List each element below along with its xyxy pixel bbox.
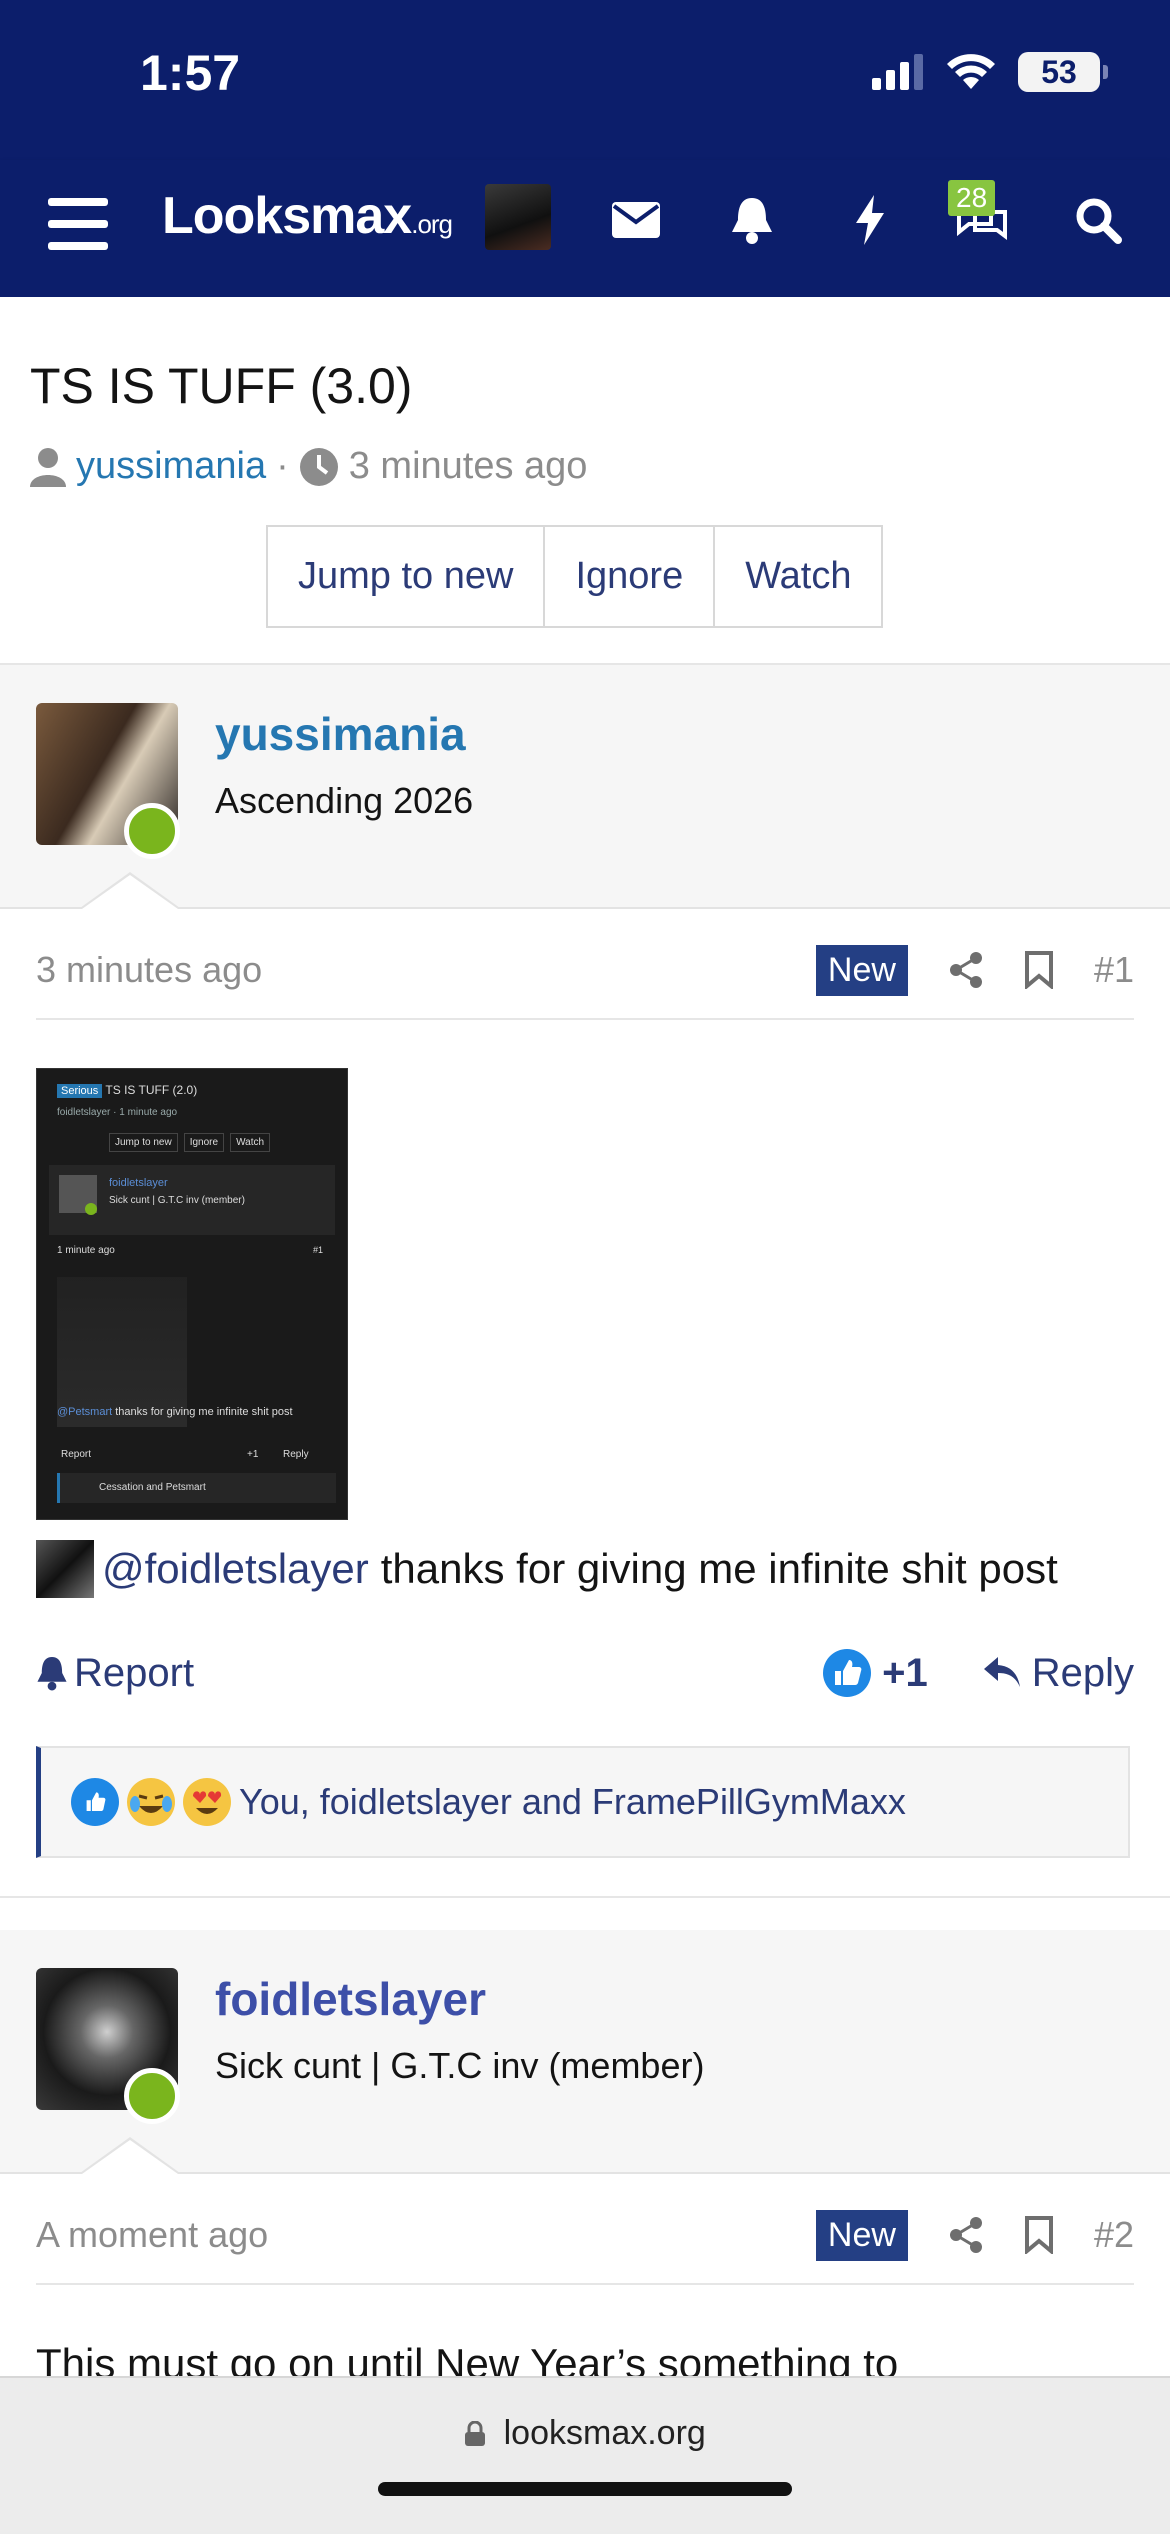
logo-suffix: .org — [411, 209, 453, 239]
new-badge: New — [815, 944, 908, 996]
serious-tag: Serious — [57, 1084, 103, 1098]
search-icon[interactable] — [1068, 190, 1128, 250]
address-bar[interactable]: looksmax.org — [0, 2414, 1170, 2453]
bookmark-icon[interactable] — [1024, 951, 1054, 989]
post-divider — [0, 1896, 1170, 1898]
status-time: 1:57 — [140, 45, 241, 101]
ignore-button[interactable]: Ignore — [545, 527, 716, 626]
shot-number: #1 — [313, 1245, 324, 1255]
home-indicator[interactable] — [378, 2482, 792, 2496]
shot-report: Report — [61, 1449, 92, 1460]
bell-icon — [37, 1657, 67, 1691]
signal-icon — [872, 54, 923, 90]
post-time[interactable]: A moment ago — [36, 2214, 268, 2256]
reactions-bar[interactable]: You, foidletslayer and FramePillGymMaxx — [36, 1746, 1130, 1858]
username-link[interactable]: yussimania — [215, 707, 466, 761]
thread-title: TS IS TUFF (3.0) — [30, 358, 413, 414]
card-pointer — [80, 2137, 180, 2174]
reply-label: Reply — [1031, 1650, 1134, 1695]
site-logo[interactable]: Looksmax.org — [162, 186, 453, 246]
reply-button[interactable]: Reply — [982, 1651, 1134, 1696]
jump-to-new-button[interactable]: Jump to new — [268, 527, 546, 626]
watch-button[interactable]: Watch — [715, 527, 882, 626]
browser-bottom-bar: looksmax.org — [0, 2376, 1170, 2534]
post-number[interactable]: #1 — [1094, 949, 1134, 991]
shot-meta: foidletslayer · 1 minute ago — [57, 1107, 178, 1118]
status-icons: 53 — [872, 52, 1108, 92]
report-label: Report — [74, 1650, 195, 1695]
thread-author-link[interactable]: yussimania — [76, 445, 266, 488]
online-indicator — [124, 2068, 180, 2124]
inbox-icon[interactable] — [606, 190, 666, 250]
post-time[interactable]: 3 minutes ago — [36, 949, 262, 991]
meta-separator: · — [276, 445, 289, 487]
thread-header: TS IS TUFF (3.0) yussimania · 3 minutes … — [0, 297, 1170, 663]
thread-action-buttons: Jump to new Ignore Watch — [266, 525, 884, 628]
shot-ignore-button: Ignore — [183, 1133, 225, 1152]
post-body-text: @foidletslayer thanks for giving me infi… — [36, 1540, 1058, 1598]
username-link[interactable]: foidletslayer — [215, 1972, 486, 2026]
logo-main: Looksmax — [162, 187, 412, 245]
url-text: looksmax.org — [503, 2414, 706, 2452]
attached-screenshot[interactable]: Serious TS IS TUFF (2.0) foidletslayer ·… — [36, 1068, 348, 1520]
post-message: thanks for giving me infinite shit post — [380, 1545, 1058, 1592]
shot-online-dot — [85, 1203, 97, 1215]
post-header-bar: A moment ago New #2 — [36, 2187, 1134, 2285]
report-button[interactable]: Report — [36, 1651, 194, 1696]
thread-meta: yussimania · 3 minutes ago — [30, 445, 587, 488]
user-title: Ascending 2026 — [215, 780, 474, 821]
bookmark-icon[interactable] — [1024, 2216, 1054, 2254]
shot-reply: Reply — [283, 1449, 309, 1460]
post-header-bar: 3 minutes ago New #1 — [36, 922, 1134, 1020]
wifi-icon — [947, 54, 995, 89]
like-reaction-icon — [71, 1778, 119, 1826]
like-button[interactable]: +1 — [822, 1648, 928, 1698]
reactions-text[interactable]: You, foidletslayer and FramePillGymMaxx — [239, 1781, 906, 1823]
menu-button[interactable] — [48, 198, 108, 250]
site-navbar: Looksmax.org 28 — [0, 160, 1170, 297]
card-pointer — [80, 872, 180, 909]
share-icon[interactable] — [948, 951, 984, 989]
user-icon — [30, 447, 66, 487]
thread-time: 3 minutes ago — [348, 445, 588, 487]
shot-like: +1 — [247, 1449, 259, 1460]
crying-laughing-reaction-icon — [127, 1778, 175, 1826]
share-icon[interactable] — [948, 2216, 984, 2254]
post-footer: Report +1 Reply — [36, 1638, 1134, 1708]
account-avatar[interactable] — [485, 184, 551, 250]
status-bar: 1:57 53 — [0, 0, 1170, 160]
clock-icon — [299, 447, 338, 486]
reply-icon — [983, 1657, 1020, 1687]
shot-user-title: Sick cunt | G.T.C inv (member) — [109, 1195, 245, 1206]
shot-reactions: Cessation and Petsmart — [99, 1482, 206, 1493]
shot-time: 1 minute ago — [57, 1245, 115, 1256]
online-indicator — [124, 803, 180, 859]
new-badge: New — [815, 2209, 908, 2261]
shot-watch-button: Watch — [230, 1133, 271, 1152]
conversations-badge: 28 — [948, 180, 996, 216]
lock-icon — [465, 2420, 486, 2446]
user-title: Sick cunt | G.T.C inv (member) — [215, 2045, 705, 2086]
heart-eyes-reaction-icon — [183, 1778, 231, 1826]
battery-indicator: 53 — [1018, 52, 1108, 92]
mention-link[interactable]: @foidletslayer — [102, 1545, 369, 1593]
post-number[interactable]: #2 — [1094, 2214, 1134, 2256]
shot-title: TS IS TUFF (2.0) — [105, 1083, 198, 1097]
shot-mention: @Petsmart — [57, 1406, 113, 1418]
shot-jump-button: Jump to new — [109, 1133, 178, 1152]
bell-icon[interactable] — [722, 190, 782, 250]
lightning-icon[interactable] — [840, 190, 900, 250]
thumbs-up-icon — [823, 1649, 872, 1697]
shot-text: thanks for giving me infinite shit post — [115, 1406, 293, 1418]
mention-avatar — [36, 1540, 94, 1598]
like-count: +1 — [882, 1650, 928, 1695]
shot-username: foidletslayer — [109, 1177, 168, 1189]
